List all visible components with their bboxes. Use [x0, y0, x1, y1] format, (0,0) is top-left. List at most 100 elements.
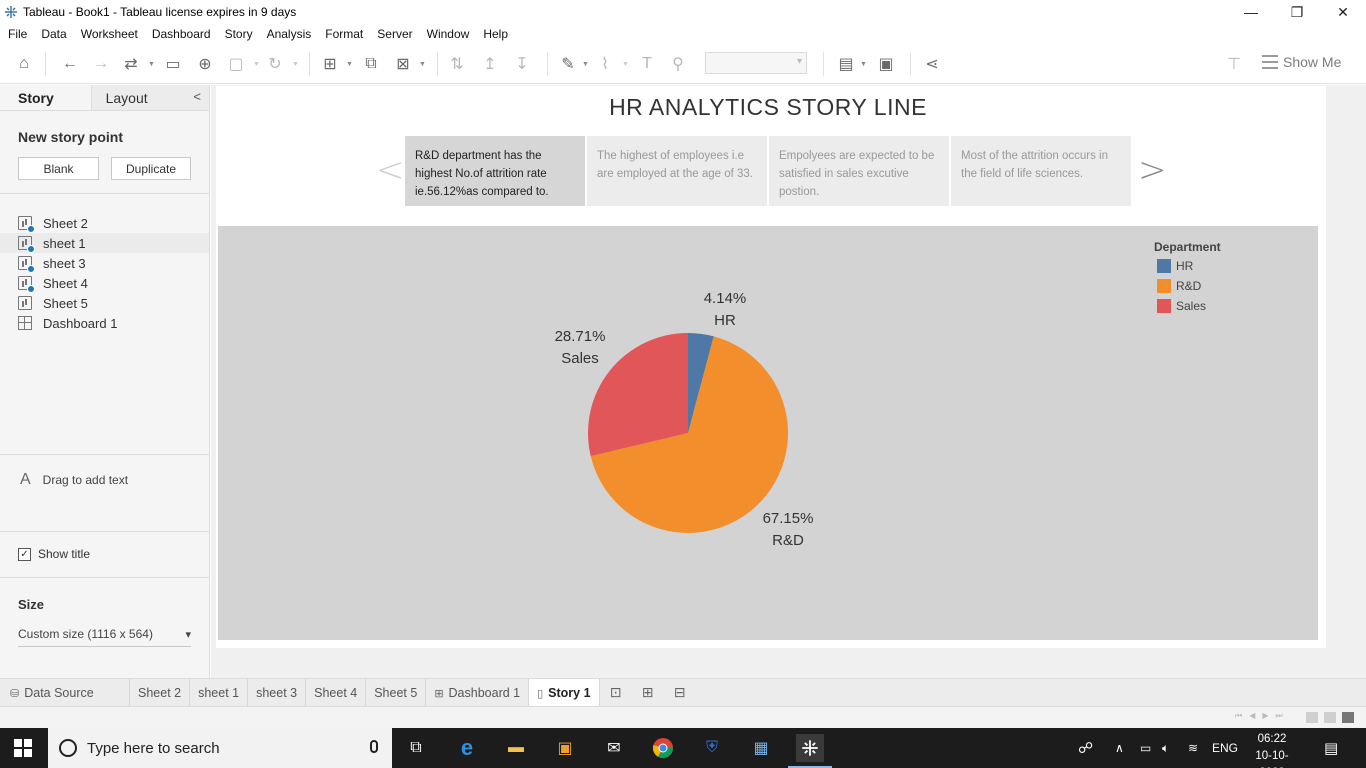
- new-data-source-icon[interactable]: ⊕: [195, 54, 215, 74]
- pause-updates-icon[interactable]: ▢: [226, 54, 246, 74]
- story-point-4[interactable]: Most of the attrition occurs in the fiel…: [951, 136, 1131, 206]
- menu-format[interactable]: Format: [325, 27, 363, 41]
- sheet-item-sheet-3[interactable]: sheet 3: [0, 253, 209, 273]
- filmstrip-view-icon[interactable]: [1324, 712, 1336, 723]
- chevron-down-icon[interactable]: ▼: [860, 61, 867, 68]
- chevron-down-icon[interactable]: ▼: [582, 61, 589, 68]
- tab-story-1[interactable]: ▯ Story 1: [529, 679, 600, 707]
- edge-browser-icon[interactable]: e: [453, 734, 481, 762]
- task-view-icon[interactable]: ⧉: [402, 734, 430, 762]
- checkbox-checked-icon[interactable]: ✓: [18, 547, 31, 561]
- home-icon[interactable]: ⌂: [14, 54, 34, 74]
- share-icon[interactable]: ⋖: [922, 54, 942, 74]
- sheet-item-sheet-1[interactable]: sheet 1: [0, 233, 209, 253]
- notifications-icon[interactable]: ▤: [1324, 728, 1338, 768]
- chevron-down-icon[interactable]: ▼: [346, 61, 353, 68]
- people-icon[interactable]: ☍: [1078, 728, 1093, 768]
- duplicate-button[interactable]: Duplicate: [111, 157, 191, 180]
- file-explorer-icon[interactable]: ▬: [502, 734, 530, 762]
- vpn-icon[interactable]: ⛨: [698, 734, 726, 762]
- sheet-item-dashboard-1[interactable]: Dashboard 1: [0, 313, 209, 333]
- taskbar-search[interactable]: Type here to search: [48, 728, 392, 768]
- new-story-icon[interactable]: ⊟: [664, 679, 696, 706]
- show-me-button[interactable]: Show Me: [1262, 54, 1341, 70]
- menu-help[interactable]: Help: [483, 27, 508, 41]
- show-hidden-icons-icon[interactable]: ∧: [1115, 728, 1124, 768]
- group-members-icon[interactable]: ⌇: [595, 54, 615, 74]
- tab-sheet-3[interactable]: sheet 3: [248, 679, 307, 707]
- format-painter-icon[interactable]: ⊤: [1224, 54, 1244, 74]
- story-point-1[interactable]: R&D department has the highest No.of att…: [405, 136, 585, 206]
- language-indicator[interactable]: ENG: [1212, 728, 1238, 768]
- menu-server[interactable]: Server: [377, 27, 412, 41]
- show-mark-labels-icon[interactable]: T: [637, 54, 657, 74]
- tab-data-source[interactable]: ⛁ Data Source: [0, 679, 130, 707]
- close-button[interactable]: ✕: [1320, 0, 1366, 24]
- page-navigation-icon[interactable]: ⏮◀▶⏭: [1235, 711, 1290, 721]
- swap-rows-columns-icon[interactable]: ⇅: [447, 54, 467, 74]
- new-worksheet-icon[interactable]: ⊞: [320, 54, 340, 74]
- chevron-down-icon[interactable]: ▼: [148, 61, 155, 68]
- highlight-icon[interactable]: ✎: [558, 54, 578, 74]
- sheet-item-sheet-2[interactable]: Sheet 2: [0, 213, 209, 233]
- clear-sheet-icon[interactable]: ⊠: [393, 54, 413, 74]
- sort-descending-icon[interactable]: ↧: [512, 54, 532, 74]
- redo-icon[interactable]: →: [91, 54, 111, 74]
- menu-window[interactable]: Window: [427, 27, 470, 41]
- size-select[interactable]: Custom size (1116 x 564): [18, 627, 191, 647]
- duplicate-sheet-icon[interactable]: ⧉: [361, 54, 381, 74]
- menu-data[interactable]: Data: [41, 27, 66, 41]
- menu-analysis[interactable]: Analysis: [267, 27, 312, 41]
- menu-dashboard[interactable]: Dashboard: [152, 27, 211, 41]
- microphone-icon[interactable]: [370, 740, 378, 753]
- minimize-button[interactable]: —: [1228, 0, 1274, 24]
- fix-axes-icon[interactable]: ⚲: [668, 54, 688, 74]
- fit-icon[interactable]: ▤: [836, 54, 856, 74]
- show-title-checkbox[interactable]: ✓ Show title: [18, 547, 90, 561]
- tab-layout[interactable]: Layout: [91, 85, 209, 110]
- chrome-icon[interactable]: [649, 734, 677, 762]
- legend-item-rnd[interactable]: R&D: [1157, 279, 1201, 293]
- menu-worksheet[interactable]: Worksheet: [81, 27, 138, 41]
- new-dashboard-icon[interactable]: ⊞: [632, 679, 664, 706]
- new-worksheet-icon[interactable]: ⊡: [600, 679, 632, 706]
- legend-item-hr[interactable]: HR: [1157, 259, 1193, 273]
- tab-sheet-4[interactable]: Sheet 4: [306, 679, 367, 707]
- maximize-button[interactable]: ❐: [1274, 0, 1320, 24]
- store-icon[interactable]: ▣: [551, 734, 579, 762]
- grid-view-icon[interactable]: [1306, 712, 1318, 723]
- tableau-taskbar-icon[interactable]: [788, 734, 832, 768]
- presentation-mode-icon[interactable]: ▣: [876, 54, 896, 74]
- story-point-2[interactable]: The highest of employees i.e are employe…: [587, 136, 767, 206]
- refresh-icon[interactable]: ↻: [265, 54, 285, 74]
- next-story-point-icon[interactable]: >: [1138, 150, 1167, 190]
- menu-story[interactable]: Story: [225, 27, 253, 41]
- sheet-item-sheet-5[interactable]: Sheet 5: [0, 293, 209, 313]
- tab-sheet-5[interactable]: Sheet 5: [366, 679, 427, 707]
- tab-story[interactable]: Story: [0, 85, 92, 110]
- previous-story-point-icon[interactable]: <: [376, 150, 405, 190]
- tab-sheet-2[interactable]: Sheet 2: [130, 679, 191, 707]
- view-toggle[interactable]: [1306, 712, 1354, 723]
- tab-dashboard-1[interactable]: ⊞ Dashboard 1: [426, 679, 530, 707]
- photos-icon[interactable]: ▦: [747, 734, 775, 762]
- windows-start-icon[interactable]: [14, 739, 32, 757]
- pie-chart[interactable]: [218, 226, 1318, 640]
- fit-width-select[interactable]: [705, 52, 807, 74]
- replay-icon[interactable]: ⇄: [121, 54, 141, 74]
- undo-icon[interactable]: ←: [60, 54, 80, 74]
- tab-sheet-1[interactable]: sheet 1: [190, 679, 249, 707]
- chevron-down-icon[interactable]: ▼: [419, 61, 426, 68]
- drag-to-add-text[interactable]: A Drag to add text: [20, 471, 128, 489]
- battery-icon[interactable]: ▭: [1140, 728, 1151, 768]
- mail-icon[interactable]: ✉: [600, 734, 628, 762]
- save-icon[interactable]: ▭: [163, 54, 183, 74]
- blank-button[interactable]: Blank: [18, 157, 99, 180]
- volume-icon[interactable]: 🔈︎: [1162, 728, 1169, 768]
- collapse-panel-icon[interactable]: <: [193, 89, 201, 104]
- clock[interactable]: 06:22 10-10-2023: [1243, 731, 1301, 768]
- sheet-item-sheet-4[interactable]: Sheet 4: [0, 273, 209, 293]
- story-point-3[interactable]: Empolyees are expected to be satisfied i…: [769, 136, 949, 206]
- sort-ascending-icon[interactable]: ↥: [480, 54, 500, 74]
- legend-item-sales[interactable]: Sales: [1157, 299, 1206, 313]
